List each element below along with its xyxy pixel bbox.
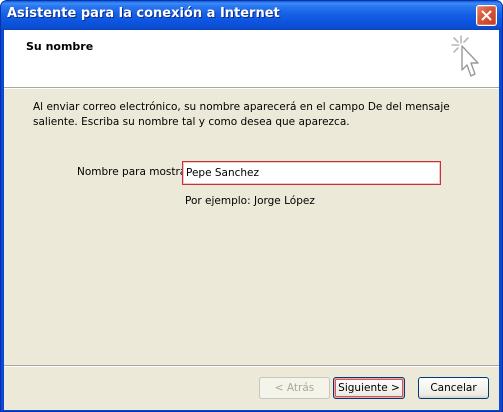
title-bar[interactable]: Asistente para la conexión a Internet [1,1,502,30]
cancel-button[interactable]: Cancelar [418,377,489,399]
close-button[interactable] [476,5,497,26]
wizard-header: Su nombre [4,30,499,87]
next-button[interactable]: Siguiente > [333,377,405,399]
display-name-input[interactable] [182,161,441,185]
window-title: Asistente para la conexión a Internet [7,6,280,21]
dialog-body: Su nombre Al enviar correo electrónico, … [4,30,499,410]
back-button[interactable]: < Atrás [259,377,330,399]
intro-text: Al enviar correo electrónico, su nombre … [33,101,450,128]
header-divider [4,87,499,89]
example-text: Por ejemplo: Jorge López [185,195,315,207]
footer-divider [4,365,499,367]
page-title: Su nombre [26,40,94,53]
close-icon [481,10,492,21]
wizard-window: Asistente para la conexión a Internet Su… [0,0,503,412]
display-name-label: Nombre para mostrar: [77,166,194,178]
wizard-sparkle-cursor-icon [451,35,479,77]
